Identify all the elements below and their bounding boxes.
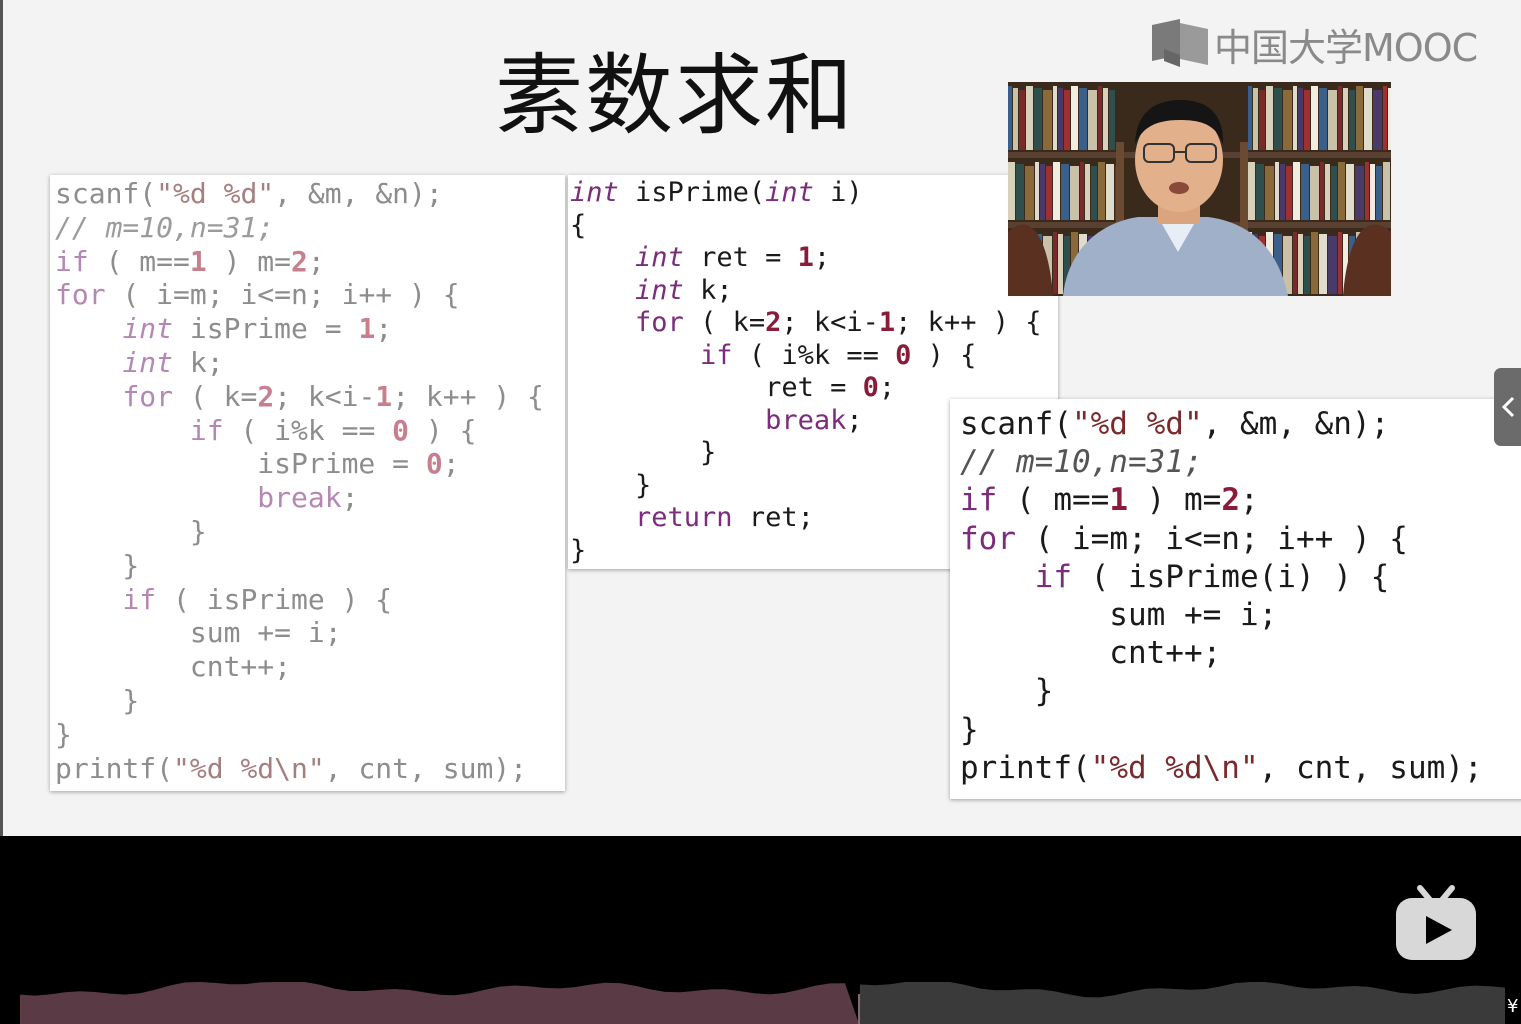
code-line: // m=10,n=31; <box>55 210 275 244</box>
code-line: { <box>570 209 587 241</box>
progress-played <box>20 982 860 1024</box>
code-line: if ( m==1 ) m=2; <box>960 482 1259 519</box>
code-panel-refactored: scanf("%d %d", &m, &n);// m=10,n=31; if (… <box>950 399 1521 799</box>
code-line: } <box>55 717 72 751</box>
code-line: for ( i=m; i<=n; i++ ) { <box>55 278 460 312</box>
code-line: scanf("%d %d", &m, &n); <box>960 406 1390 442</box>
code-panel-original: scanf("%d %d", &m, &n);// m=10,n=31; if (… <box>50 175 565 791</box>
code-line: cnt++; <box>960 635 1222 672</box>
code-line: } <box>960 711 979 748</box>
code-line: isPrime = 0; <box>55 447 460 481</box>
code-line: } <box>55 514 207 548</box>
code-line: int isPrime(int i) <box>570 177 863 208</box>
lecturer-video <box>1008 82 1391 296</box>
mooc-logo: 中国大学MOOC <box>1150 18 1478 70</box>
progress-remaining <box>859 982 1505 1024</box>
code-line: } <box>960 673 1054 710</box>
lecture-slide: 素数求和 中国大学MOOC scanf("%d %d", &m, &n);// … <box>0 0 1521 836</box>
code-line: if ( i%k == 0 ) { <box>700 339 977 371</box>
code-line: if ( isPrime ) { <box>122 582 393 616</box>
code-line: for ( i=m; i<=n; i++ ) { <box>960 520 1408 557</box>
code-line: break; <box>257 481 359 515</box>
playback-progress-bar[interactable] <box>0 980 1521 1024</box>
code-line: for ( k=2; k<i-1; k++ ) { <box>635 307 1042 338</box>
bilibili-tv-icon[interactable] <box>1394 882 1478 962</box>
mooc-logo-icon <box>1152 19 1208 67</box>
mooc-logo-text: 中国大学MOOC <box>1214 25 1478 70</box>
code-line: int k; <box>635 274 733 306</box>
code-line: for ( k=2; k<i-1; k++ ) { <box>122 379 544 413</box>
code-line: } <box>55 683 140 717</box>
lecturer-video-frame <box>1008 82 1391 296</box>
slide-title: 素数求和 <box>495 44 856 147</box>
code-line: sum += i; <box>960 597 1278 634</box>
code-line: int k; <box>122 345 224 379</box>
code-line: int ret = 1; <box>635 242 831 273</box>
slide-left-border <box>0 0 3 836</box>
code-line: if ( isPrime(i) ) { <box>1034 558 1390 595</box>
code-line: scanf("%d %d", &m, &n); <box>55 177 443 210</box>
code-line: if ( m==1 ) m=2; <box>55 244 325 278</box>
corner-glyph: ¥ <box>1507 996 1519 1017</box>
code-line: } <box>55 548 140 582</box>
code-line: // m=10,n=31; <box>960 444 1203 481</box>
side-panel-toggle[interactable] <box>1494 368 1521 446</box>
code-line: printf("%d %d\n", cnt, sum); <box>960 749 1483 786</box>
code-line: printf("%d %d\n", cnt, sum); <box>55 751 528 785</box>
code-line: cnt++; <box>55 650 292 684</box>
code-line: int isPrime = 1; <box>122 312 393 346</box>
code-line: if ( i%k == 0 ) { <box>189 413 477 447</box>
code-line: sum += i; <box>55 616 342 650</box>
chevron-left-icon <box>1501 396 1515 418</box>
